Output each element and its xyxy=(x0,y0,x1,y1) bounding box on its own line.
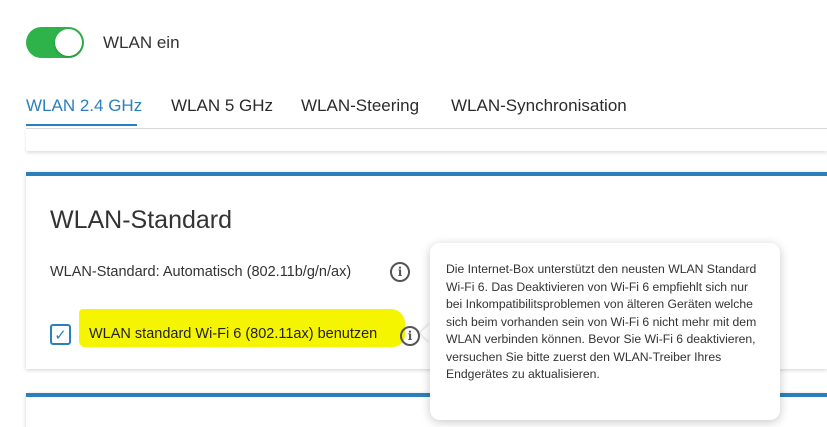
info-tooltip: Die Internet-Box unterstützt den neusten… xyxy=(430,243,780,420)
card-title: WLAN-Standard xyxy=(50,206,233,234)
wlan-toggle[interactable] xyxy=(26,27,84,58)
tab-wlan-steering[interactable]: WLAN-Steering xyxy=(301,96,419,116)
wlan-toggle-row: WLAN ein xyxy=(26,27,180,58)
check-icon: ✓ xyxy=(54,326,67,344)
toggle-knob xyxy=(55,29,82,56)
wifi6-checkbox[interactable]: ✓ xyxy=(50,324,71,345)
wlan-standard-text: WLAN-Standard: Automatisch (802.11b/g/n/… xyxy=(50,264,352,280)
tooltip-text: Die Internet-Box unterstützt den neusten… xyxy=(446,262,757,381)
tab-wlan-5ghz[interactable]: WLAN 5 GHz xyxy=(171,96,273,116)
wifi6-checkbox-label: WLAN standard Wi-Fi 6 (802.11ax) benutze… xyxy=(89,326,378,342)
tab-wlan-24ghz[interactable]: WLAN 2.4 GHz xyxy=(26,96,142,116)
info-icon[interactable]: i xyxy=(390,262,410,282)
tab-bar: WLAN 2.4 GHz WLAN 5 GHz WLAN-Steering WL… xyxy=(0,96,827,128)
info-icon[interactable]: i xyxy=(400,326,420,346)
tab-wlan-synchronisation[interactable]: WLAN-Synchronisation xyxy=(451,96,627,116)
active-tab-indicator xyxy=(26,124,137,126)
panel-top xyxy=(26,129,827,151)
wlan-toggle-label: WLAN ein xyxy=(103,33,180,52)
